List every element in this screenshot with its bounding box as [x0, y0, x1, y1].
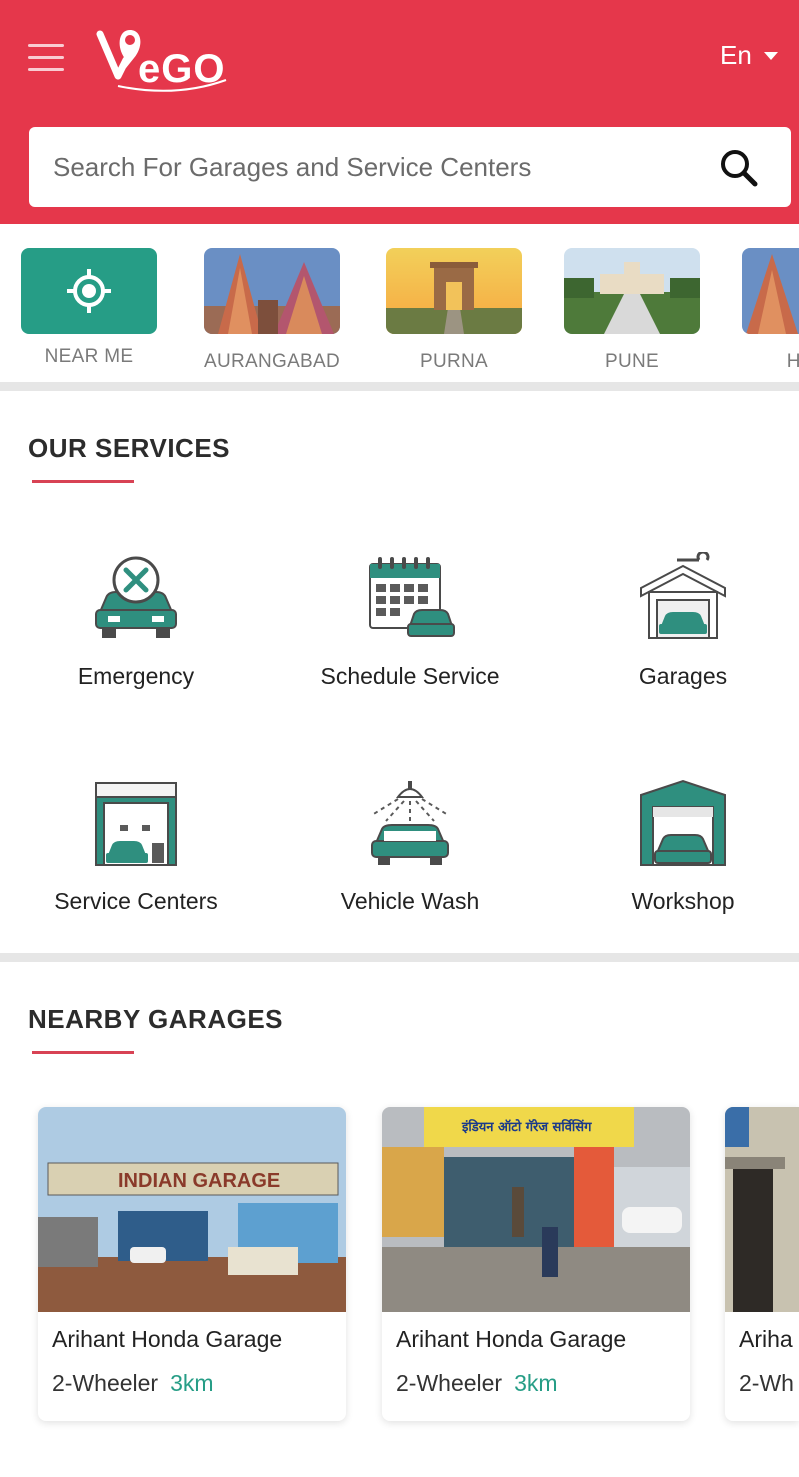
search-bar [29, 127, 791, 207]
garage-distance: 3km [514, 1370, 558, 1396]
app-header: eGO En [0, 0, 799, 224]
title-underline [32, 1051, 134, 1054]
workshop-icon [640, 779, 726, 866]
city-label: HYDI [786, 351, 799, 372]
service-schedule[interactable]: Schedule Service [290, 552, 530, 690]
near-me-tile [21, 248, 157, 334]
title-underline [32, 480, 134, 483]
vego-logo[interactable]: eGO [96, 26, 246, 92]
service-label: Emergency [77, 663, 195, 689]
city-hyderabad[interactable]: HYDI [720, 248, 799, 373]
city-label: PURNA [419, 351, 488, 372]
service-garages[interactable]: Garages [563, 550, 799, 690]
section-divider [0, 382, 799, 391]
location-target-icon [67, 269, 111, 313]
service-label: Vehicle Wash [340, 888, 480, 914]
calendar-car-icon [369, 557, 455, 637]
services-title: OUR SERVICES [28, 433, 231, 463]
service-label: Workshop [631, 888, 735, 914]
garage-type: 2-Wh [739, 1370, 794, 1396]
search-icon[interactable] [717, 146, 761, 190]
city-aurangabad[interactable]: AURANGABAD [182, 248, 362, 373]
garage-distance: 3km [170, 1370, 214, 1396]
service-centers[interactable]: Service Centers [16, 777, 256, 915]
car-wash-icon [371, 781, 449, 865]
emergency-repair-icon [95, 556, 177, 638]
service-workshop[interactable]: Workshop [563, 777, 799, 915]
garage-name: Arihant Honda Garage [396, 1326, 627, 1352]
language-selector[interactable]: En [720, 40, 778, 71]
india-gate-photo [386, 248, 522, 334]
garage-card[interactable]: Ariha 2-Wh [725, 1107, 799, 1421]
garage-card[interactable]: INDIAN GARAGE Arihant Honda Garage 2-Whe… [38, 1107, 346, 1421]
temple-photo [742, 248, 799, 334]
city-purna[interactable]: PURNA [364, 248, 544, 373]
city-pune[interactable]: PUNE [542, 248, 722, 373]
garage-meta: 2-Wheeler 3km [396, 1370, 558, 1397]
language-label: En [720, 40, 752, 70]
service-center-icon [95, 782, 177, 866]
garage-photo: INDIAN GARAGE [38, 1107, 346, 1312]
caret-down-icon [763, 51, 778, 60]
garage-meta: 2-Wheeler 3km [52, 1370, 214, 1397]
garage-name: Ariha [739, 1326, 793, 1352]
service-label: Garages [638, 663, 728, 689]
garage-card[interactable]: इंडियन ऑटो गॅरेज सर्विसिंग Arihant Honda… [382, 1107, 690, 1421]
service-label: Schedule Service [320, 663, 500, 689]
city-near-me[interactable]: NEAR ME [0, 248, 179, 368]
palace-photo [564, 248, 700, 334]
service-vehicle-wash[interactable]: Vehicle Wash [290, 777, 530, 915]
city-label: AURANGABAD [203, 351, 341, 372]
city-strip: NEAR ME AURANGABAD PURNA PUNE H [0, 224, 799, 382]
garage-icon [640, 550, 726, 639]
garage-meta: 2-Wh [739, 1370, 794, 1397]
service-label: Service Centers [54, 888, 218, 914]
temple-photo [204, 248, 340, 334]
garage-sign-text: इंडियन ऑटो गॅरेज सर्विसिंग [461, 1118, 592, 1135]
search-input[interactable] [53, 127, 693, 207]
hamburger-menu-icon[interactable] [28, 44, 64, 74]
garage-photo: इंडियन ऑटो गॅरेज सर्विसिंग [382, 1107, 690, 1312]
section-divider [0, 953, 799, 962]
garage-type: 2-Wheeler [396, 1370, 503, 1396]
city-label: PUNE [605, 351, 659, 372]
garage-name: Arihant Honda Garage [52, 1326, 283, 1352]
garage-photo [725, 1107, 799, 1312]
garage-sign-text: INDIAN GARAGE [118, 1170, 280, 1192]
city-label: NEAR ME [44, 346, 134, 367]
nearby-title: NEARBY GARAGES [28, 1004, 284, 1034]
service-emergency[interactable]: Emergency [16, 552, 256, 690]
garage-type: 2-Wheeler [52, 1370, 159, 1396]
